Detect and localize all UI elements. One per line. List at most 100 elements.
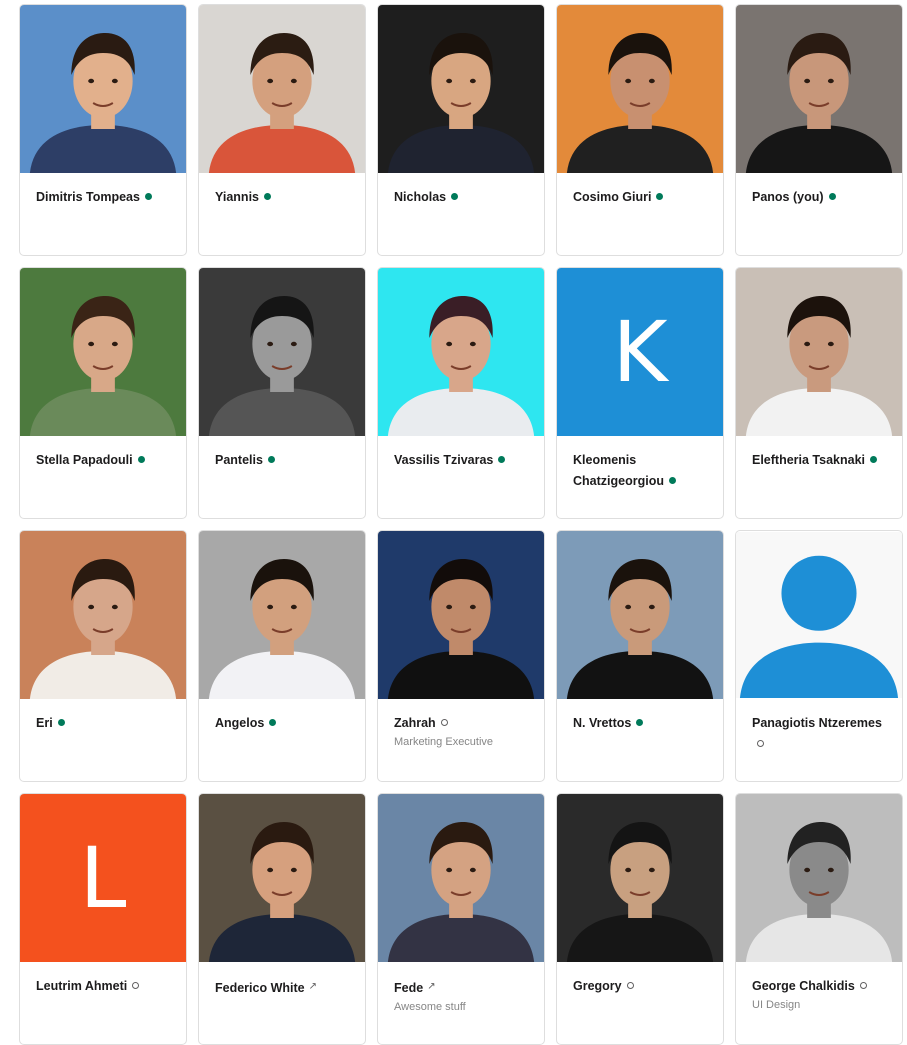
member-name-line: Vassilis Tzivaras: [394, 450, 528, 471]
member-info: Kleomenis Chatzigeorgiou: [557, 436, 723, 492]
active-status-dot-icon: [137, 456, 145, 463]
active-status-dot-icon: [636, 719, 644, 726]
member-name-line: Nicholas: [394, 187, 528, 208]
member-name: Eleftheria Tsaknaki: [752, 453, 866, 467]
member-photo: [378, 268, 544, 436]
member-name: Zahrah: [394, 716, 436, 730]
member-photo: [378, 5, 544, 173]
away-status-ring-icon: [757, 740, 764, 747]
member-info: Dimitris Tompeas: [20, 173, 186, 208]
member-name: Angelos: [215, 716, 265, 730]
member-photo: [199, 531, 365, 699]
member-info: Gregory: [557, 962, 723, 997]
member-name: Leutrim Ahmeti: [36, 979, 128, 993]
member-name-line: Panagiotis Ntzeremes: [752, 713, 886, 755]
active-status-dot-icon: [57, 719, 65, 726]
away-status-ring-icon: [859, 982, 867, 989]
member-info: Vassilis Tzivaras: [378, 436, 544, 471]
active-status-dot-icon: [267, 456, 275, 463]
member-name: Panos (you): [752, 190, 824, 204]
member-card-eleftheria-tsaknaki[interactable]: Eleftheria Tsaknaki: [735, 267, 903, 519]
member-photo: [378, 531, 544, 699]
member-title: UI Design: [752, 999, 801, 1011]
active-status-dot-icon: [451, 193, 459, 200]
member-info: Panos (you): [736, 173, 902, 208]
active-status-dot-icon: [269, 719, 277, 726]
member-name: Panagiotis Ntzeremes: [752, 716, 882, 730]
member-info: Zahrah Marketing Executive: [378, 699, 544, 750]
member-name-line: Eri: [36, 713, 170, 734]
member-card-george-chalkidis[interactable]: George Chalkidis UI Design: [735, 793, 903, 1045]
default-avatar-icon: [736, 531, 902, 699]
member-card-gregory[interactable]: Gregory: [556, 793, 724, 1045]
member-card-fede[interactable]: Fede ↗ Awesome stuff: [377, 793, 545, 1045]
member-photo: [20, 531, 186, 699]
member-name-line: Stella Papadouli: [36, 450, 170, 471]
member-info: N. Vrettos: [557, 699, 723, 734]
member-name-line: Yiannis: [215, 187, 349, 208]
member-card-panos-you[interactable]: Panos (you): [735, 4, 903, 256]
member-photo: [199, 5, 365, 173]
member-card-leutrim-ahmeti[interactable]: L Leutrim Ahmeti: [19, 793, 187, 1045]
member-card-pantelis[interactable]: Pantelis: [198, 267, 366, 519]
member-info: Pantelis: [199, 436, 365, 471]
member-name-line: Leutrim Ahmeti: [36, 976, 170, 997]
member-name: Dimitris Tompeas: [36, 190, 140, 204]
member-photo: [736, 268, 902, 436]
member-name: Stella Papadouli: [36, 453, 133, 467]
external-shared-icon: ↗: [427, 981, 436, 992]
member-info: Eri: [20, 699, 186, 734]
member-name: Pantelis: [215, 453, 263, 467]
away-status-ring-icon: [626, 982, 634, 989]
active-status-dot-icon: [144, 193, 152, 200]
member-photo: [378, 794, 544, 962]
member-info: Angelos: [199, 699, 365, 734]
member-photo: [736, 794, 902, 962]
member-card-federico-white[interactable]: Federico White ↗: [198, 793, 366, 1045]
away-status-ring-icon: [440, 719, 448, 726]
member-card-dimitris-tompeas[interactable]: Dimitris Tompeas: [19, 4, 187, 256]
member-photo: [199, 794, 365, 962]
member-directory-grid: Dimitris Tompeas Yiannis Nicholas Cosimo Gi…: [19, 4, 903, 1045]
away-status-ring-icon: [132, 982, 140, 989]
member-letter-avatar: L: [20, 794, 186, 962]
member-name-line: Fede ↗: [394, 976, 528, 999]
member-letter-avatar: K: [557, 268, 723, 436]
member-name-line: Federico White ↗: [215, 976, 349, 999]
member-info: Fede ↗ Awesome stuff: [378, 962, 544, 1015]
member-name: Fede: [394, 981, 424, 995]
member-card-zahrah[interactable]: Zahrah Marketing Executive: [377, 530, 545, 782]
active-status-dot-icon: [668, 477, 676, 484]
member-name-line: Zahrah: [394, 713, 528, 734]
member-info: Eleftheria Tsaknaki: [736, 436, 902, 471]
member-photo: [199, 268, 365, 436]
member-card-n-vrettos[interactable]: N. Vrettos: [556, 530, 724, 782]
member-card-cosimo-giuri[interactable]: Cosimo Giuri: [556, 4, 724, 256]
member-card-panagiotis-ntzeremes[interactable]: Panagiotis Ntzeremes: [735, 530, 903, 782]
member-info: Nicholas: [378, 173, 544, 208]
avatar-letter: L: [79, 829, 127, 927]
member-name: George Chalkidis: [752, 979, 855, 993]
member-name-line: Pantelis: [215, 450, 349, 471]
member-card-vassilis-tzivaras[interactable]: Vassilis Tzivaras: [377, 267, 545, 519]
active-status-dot-icon: [870, 456, 878, 463]
member-card-stella-papadouli[interactable]: Stella Papadouli: [19, 267, 187, 519]
member-photo: [736, 5, 902, 173]
member-card-eri[interactable]: Eri: [19, 530, 187, 782]
member-info: Panagiotis Ntzeremes: [736, 699, 902, 755]
active-status-dot-icon: [828, 193, 836, 200]
member-card-angelos[interactable]: Angelos: [198, 530, 366, 782]
member-name: Nicholas: [394, 190, 447, 204]
member-info: Federico White ↗: [199, 962, 365, 999]
member-name-line: Panos (you): [752, 187, 886, 208]
member-card-kleomenis-chatzigeorgiou[interactable]: K Kleomenis Chatzigeorgiou: [556, 267, 724, 519]
member-card-nicholas[interactable]: Nicholas: [377, 4, 545, 256]
member-card-yiannis[interactable]: Yiannis: [198, 4, 366, 256]
member-title: Marketing Executive: [394, 736, 494, 748]
member-name-line: Eleftheria Tsaknaki: [752, 450, 886, 471]
member-name: N. Vrettos: [573, 716, 632, 730]
member-name: Kleomenis Chatzigeorgiou: [573, 453, 664, 488]
member-info: Stella Papadouli: [20, 436, 186, 471]
member-name-line: Dimitris Tompeas: [36, 187, 170, 208]
member-name: Eri: [36, 716, 53, 730]
